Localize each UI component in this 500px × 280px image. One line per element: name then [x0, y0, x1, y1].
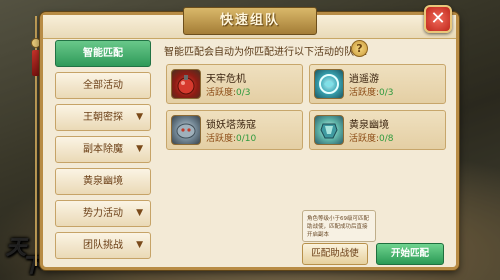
sidebar-item-label: 黄泉幽境 — [83, 176, 123, 187]
activity-name: 锁妖塔荡寇 — [206, 120, 256, 131]
title-plaque: 快速组队 — [183, 7, 317, 35]
sidebar-item-smart-match[interactable]: 智能匹配 — [55, 40, 151, 67]
activity-name: 逍遥游 — [349, 74, 379, 85]
activity-progress: 活跃度:0/3 — [349, 88, 394, 98]
activity-name: 天牢危机 — [206, 74, 246, 85]
help-icon[interactable]: ? — [351, 40, 368, 57]
sidebar-item-label: 智能匹配 — [83, 48, 123, 59]
sidebar-item-team-challenge[interactable]: 团队挑战 ▼ — [55, 232, 151, 259]
activity-progress: 活跃度:0/3 — [206, 88, 251, 98]
blue-portal-icon — [314, 69, 344, 99]
sidebar-item-label: 势力活动 — [83, 208, 123, 219]
activity-progress: 活跃度:0/10 — [206, 134, 257, 144]
activity-name: 黄泉幽境 — [349, 120, 389, 131]
sidebar-item-label: 王朝密探 — [83, 112, 123, 123]
sidebar-item-netherworld[interactable]: 黄泉幽境 — [55, 168, 151, 195]
chevron-down-icon: ▼ — [136, 208, 143, 218]
sidebar-item-label: 团队挑战 — [83, 240, 123, 251]
sidebar-item-dungeon[interactable]: 副本除魔 ▼ — [55, 136, 151, 163]
close-button[interactable]: ✕ — [424, 5, 452, 33]
match-description: 智能匹配会自动为你匹配进行以下活动的队伍: — [164, 47, 368, 58]
match-assist-button[interactable]: 匹配助战使 — [302, 243, 368, 265]
sidebar-item-faction[interactable]: 势力活动 ▼ — [55, 200, 151, 227]
sidebar-item-dynasty-spy[interactable]: 王朝密探 ▼ — [55, 104, 151, 131]
chevron-down-icon: ▼ — [136, 144, 143, 154]
activity-card[interactable]: 逍遥游 活跃度:0/3 — [309, 64, 446, 104]
activity-sidebar: 智能匹配 全部活动 王朝密探 ▼ 副本除魔 ▼ 黄泉幽境 势力活动 ▼ 团队挑战… — [55, 40, 155, 268]
sidebar-item-label: 全部活动 — [83, 80, 123, 91]
jade-armor-icon — [314, 115, 344, 145]
chevron-down-icon: ▼ — [136, 240, 143, 250]
stone-demon-icon — [171, 115, 201, 145]
activity-card[interactable]: 天牢危机 活跃度:0/3 — [166, 64, 303, 104]
activity-card[interactable]: 黄泉幽境 活跃度:0/8 — [309, 110, 446, 150]
quick-team-dialog: 快速组队 智能匹配 全部活动 王朝密探 ▼ 副本除魔 ▼ 黄泉幽境 势力活动 ▼… — [40, 7, 459, 270]
sidebar-item-all-activities[interactable]: 全部活动 — [55, 72, 151, 99]
dialog-title: 快速组队 — [219, 13, 280, 28]
red-bomb-icon — [171, 69, 201, 99]
chevron-down-icon: ▼ — [136, 112, 143, 122]
sidebar-item-label: 副本除魔 — [83, 144, 123, 155]
assist-tooltip: 角色等级小于69级可匹配助战使，匹配成功后直接开启副本 — [302, 210, 376, 242]
title-bar: 快速组队 — [43, 7, 456, 39]
close-icon: ✕ — [430, 8, 446, 29]
activity-progress: 活跃度:0/8 — [349, 134, 394, 144]
activity-card[interactable]: 锁妖塔荡寇 活跃度:0/10 — [166, 110, 303, 150]
start-match-button[interactable]: 开始匹配 — [376, 243, 444, 265]
